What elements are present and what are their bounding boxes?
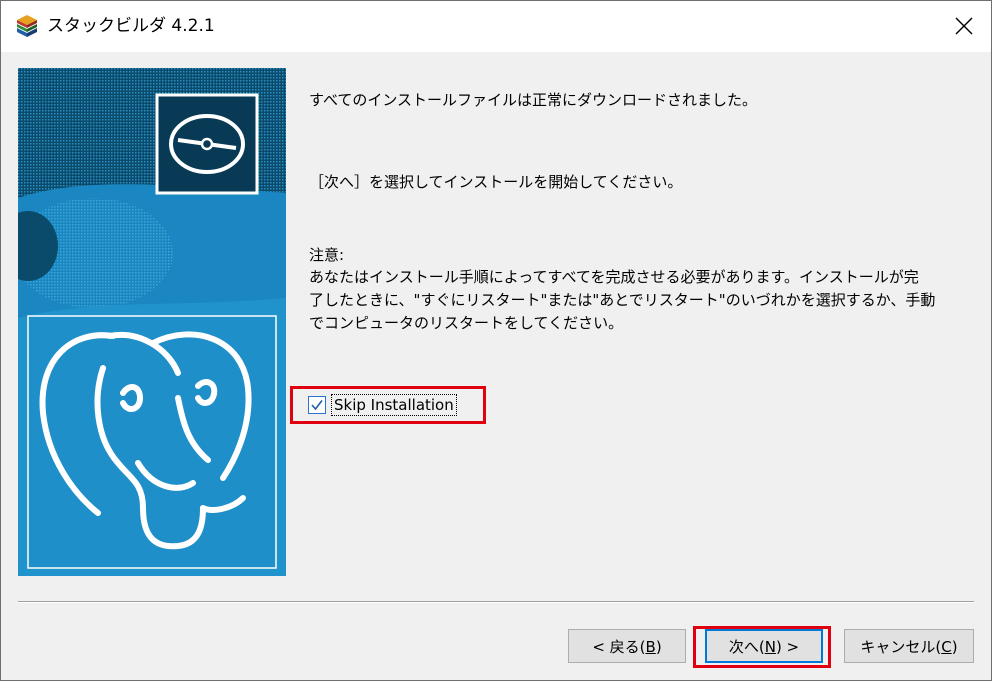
note-text-line: 了したときに、"すぐにリスタート"または"あとでリスタート"のいづれかを選択する… xyxy=(309,291,936,309)
title-bar: スタックビルダ 4.2.1 xyxy=(1,1,991,52)
window-title: スタックビルダ 4.2.1 xyxy=(47,16,215,36)
back-button-accesskey: B xyxy=(645,638,656,656)
disc-icon xyxy=(155,93,259,195)
installer-banner xyxy=(18,68,286,576)
next-button-accesskey: N xyxy=(764,638,776,656)
cancel-button-accesskey: C xyxy=(941,638,952,656)
instruction-message: ［次へ］を選択してインストールを開始してください。 xyxy=(309,173,683,191)
skip-installation-checkbox[interactable] xyxy=(308,396,326,414)
note-text-line: あなたはインストール手順によってすべてを完成させる必要があります。インストールが… xyxy=(309,268,919,286)
cancel-button-label: キャンセル( xyxy=(860,638,942,656)
back-button[interactable]: < 戻る(B) xyxy=(568,629,686,663)
cancel-button-label-end: ) xyxy=(951,638,958,656)
skip-installation-label[interactable]: Skip Installation xyxy=(331,394,457,416)
back-button-label-end: ) xyxy=(655,638,662,656)
note-text-line: でコンピュータのリスタートをしてください。 xyxy=(309,314,624,332)
note-title: 注意: xyxy=(309,246,345,264)
stackbuilder-cubes-icon xyxy=(15,14,39,38)
cancel-button[interactable]: キャンセル(C) xyxy=(844,629,974,663)
checkmark-icon xyxy=(311,400,323,411)
next-button-label-end: ) > xyxy=(775,638,800,656)
close-icon[interactable] xyxy=(951,13,977,39)
back-button-label: < 戻る( xyxy=(592,638,646,656)
installer-window: スタックビルダ 4.2.1 すべてのインストールファイルは正常にダウンロードされ… xyxy=(0,0,992,681)
next-button-label: 次へ( xyxy=(728,638,765,656)
next-button[interactable]: 次へ(N) > xyxy=(705,629,823,663)
download-complete-message: すべてのインストールファイルは正常にダウンロードされました。 xyxy=(309,91,758,109)
footer-separator xyxy=(18,601,974,603)
